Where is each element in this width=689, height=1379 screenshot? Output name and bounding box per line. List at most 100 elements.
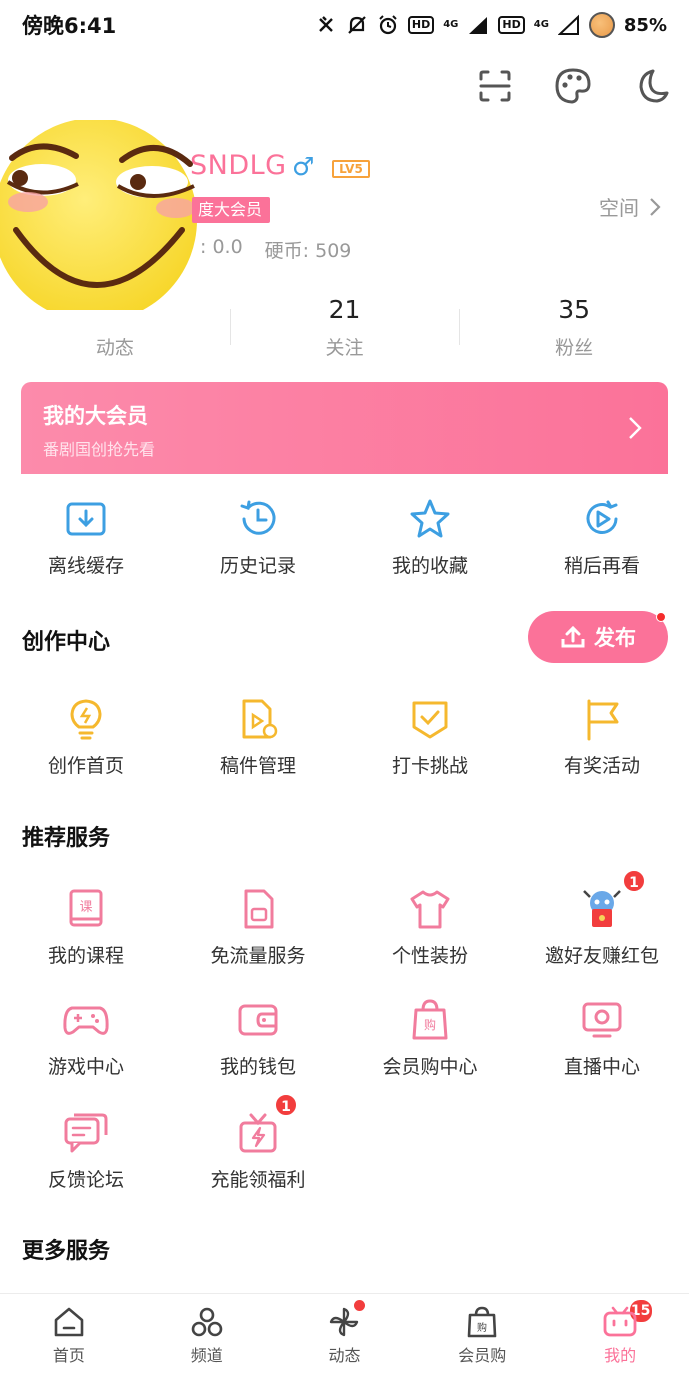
offline-cache-button[interactable]: 离线缓存 — [0, 497, 172, 578]
gender-male-icon: ♂ — [292, 152, 315, 181]
publish-label: 发布 — [594, 626, 636, 650]
stat-value: 21 — [328, 295, 361, 324]
creator-label: 有奖活动 — [563, 755, 640, 777]
home-icon — [54, 1307, 84, 1337]
recommended-title: 推荐服务 — [22, 826, 111, 851]
tab-home[interactable]: 首页 — [0, 1294, 138, 1379]
stat-value: 35 — [558, 295, 591, 324]
shopping-bag-icon: 购 — [412, 999, 448, 1040]
tshirt-icon — [410, 890, 450, 929]
svg-text:课: 课 — [79, 900, 92, 915]
charge-badge: 1 — [274, 1093, 298, 1117]
download-box-icon — [66, 502, 106, 536]
creator-label: 创作首页 — [47, 755, 124, 777]
vip-card[interactable]: 我的大会员 番剧国创抢先看 — [21, 382, 668, 474]
stat-value — [0, 293, 230, 327]
recommended-row-1: 课 我的课程 免流量服务 个性装扮 邀好友赚红包 1 — [0, 869, 689, 968]
space-link[interactable]: 空间 — [599, 192, 661, 221]
chevron-right-icon — [650, 197, 661, 216]
feedback-forum-button[interactable]: 反馈论坛 — [0, 1111, 172, 1192]
stat-label: 动态 — [95, 337, 134, 359]
gift-bolt-icon — [239, 1113, 277, 1153]
gamepad-icon — [63, 1006, 109, 1035]
recommended-row-3: 反馈论坛 充能领福利 1 — [0, 1093, 689, 1192]
channel-circles-icon — [191, 1307, 222, 1337]
live-center-button[interactable]: 直播中心 — [516, 998, 688, 1079]
shopping-bag-icon: 购 — [467, 1306, 497, 1338]
bottom-tab-bar: 首页 频道 动态 15 购 会员购 我的 — [0, 1293, 689, 1379]
tab-label: 动态 — [328, 1346, 361, 1365]
vip-card-subtitle: 番剧国创抢先看 — [43, 440, 156, 459]
tab-vip-mall[interactable]: 购 会员购 — [413, 1294, 551, 1379]
vip-badge[interactable]: 度大会员 — [192, 197, 271, 223]
service-label: 游戏中心 — [47, 1056, 124, 1078]
hd-indicator: HD — [407, 16, 435, 34]
status-icons: HD 4G HD 4G 85% — [315, 12, 667, 38]
vip-mall-button[interactable]: 购 会员购中心 — [344, 998, 516, 1079]
night-mode-moon-icon[interactable] — [631, 66, 671, 106]
tab-dynamic[interactable]: 动态 15 — [276, 1294, 654, 1379]
charge-welfare-button[interactable]: 充能领福利 1 — [172, 1093, 344, 1192]
hard-coin-count: 硬币: 509 — [264, 240, 352, 262]
stat-fans[interactable]: 35 粉丝 — [459, 293, 689, 373]
signal-icon-2 — [557, 14, 579, 35]
stats-row: 动态 21 关注 35 粉丝 — [0, 293, 689, 373]
publish-button[interactable]: 发布 — [528, 611, 668, 663]
mute-bell-icon — [348, 16, 366, 34]
tab-channel[interactable]: 频道 — [138, 1294, 365, 1379]
svg-text:购: 购 — [424, 1017, 436, 1032]
watch-later-play-icon — [586, 500, 618, 534]
chevron-right-icon — [629, 417, 642, 439]
top-actions — [475, 66, 671, 106]
dress-up-button[interactable]: 个性装扮 — [344, 887, 516, 968]
status-bar: 傍晚6:41 HD 4G HD 4G 85% — [0, 0, 689, 50]
pinwheel-icon — [330, 1307, 359, 1337]
sim-card-icon — [244, 889, 274, 929]
checkin-challenge-button[interactable]: 打卡挑战 — [344, 697, 516, 778]
reward-event-button[interactable]: 有奖活动 — [516, 697, 688, 778]
scan-icon[interactable] — [475, 66, 515, 106]
free-data-button[interactable]: 免流量服务 — [172, 887, 344, 968]
stat-following[interactable]: 21 关注 — [229, 293, 460, 373]
bilibili-tv-icon — [603, 1306, 637, 1337]
watch-later-button[interactable]: 稍后再看 — [516, 497, 688, 578]
creator-center-title: 创作中心 — [22, 630, 111, 655]
tab-label: 频道 — [190, 1346, 223, 1365]
history-clock-icon — [240, 500, 276, 535]
stat-dynamics[interactable]: 动态 — [0, 293, 230, 373]
battery-icon — [588, 12, 615, 38]
wallet-button[interactable]: 我的钱包 — [172, 998, 344, 1079]
stat-label: 粉丝 — [555, 337, 594, 359]
battery-level: 85% — [623, 14, 667, 36]
service-label: 反馈论坛 — [47, 1169, 124, 1191]
mascot-red-envelope-icon — [583, 890, 621, 927]
action-label: 离线缓存 — [47, 555, 124, 577]
manuscript-manage-button[interactable]: 稿件管理 — [172, 697, 344, 778]
favorites-button[interactable]: 我的收藏 — [344, 497, 516, 578]
service-label: 我的课程 — [47, 945, 124, 967]
notification-dot — [656, 612, 666, 622]
tab-label: 我的 — [604, 1346, 637, 1365]
status-time: 傍晚6:41 — [22, 14, 117, 38]
bluetooth-off-icon — [319, 16, 333, 32]
video-file-icon — [242, 699, 278, 739]
network-label-2: 4G — [533, 19, 549, 30]
service-label: 直播中心 — [563, 1056, 640, 1078]
my-courses-button[interactable]: 课 我的课程 — [0, 887, 172, 968]
service-label: 邀好友赚红包 — [544, 945, 659, 967]
history-button[interactable]: 历史记录 — [172, 497, 344, 578]
more-services-title: 更多服务 — [22, 1239, 111, 1264]
avatar[interactable] — [0, 120, 210, 310]
b-coin-count: : 0.0 — [200, 236, 243, 258]
invite-badge: 1 — [622, 869, 646, 893]
theme-palette-icon[interactable] — [553, 66, 593, 106]
alarm-icon — [379, 15, 397, 35]
tab-label: 会员购 — [458, 1346, 507, 1365]
invite-friends-button[interactable]: 邀好友赚红包 1 — [516, 869, 688, 968]
level-badge: LV5 — [332, 160, 370, 178]
tab-mine[interactable]: 我的 — [551, 1294, 689, 1379]
creator-home-button[interactable]: 创作首页 — [0, 697, 172, 778]
game-center-button[interactable]: 游戏中心 — [0, 998, 172, 1079]
vip-card-title: 我的大会员 — [43, 404, 148, 428]
username[interactable]: SNDLG — [190, 150, 287, 181]
